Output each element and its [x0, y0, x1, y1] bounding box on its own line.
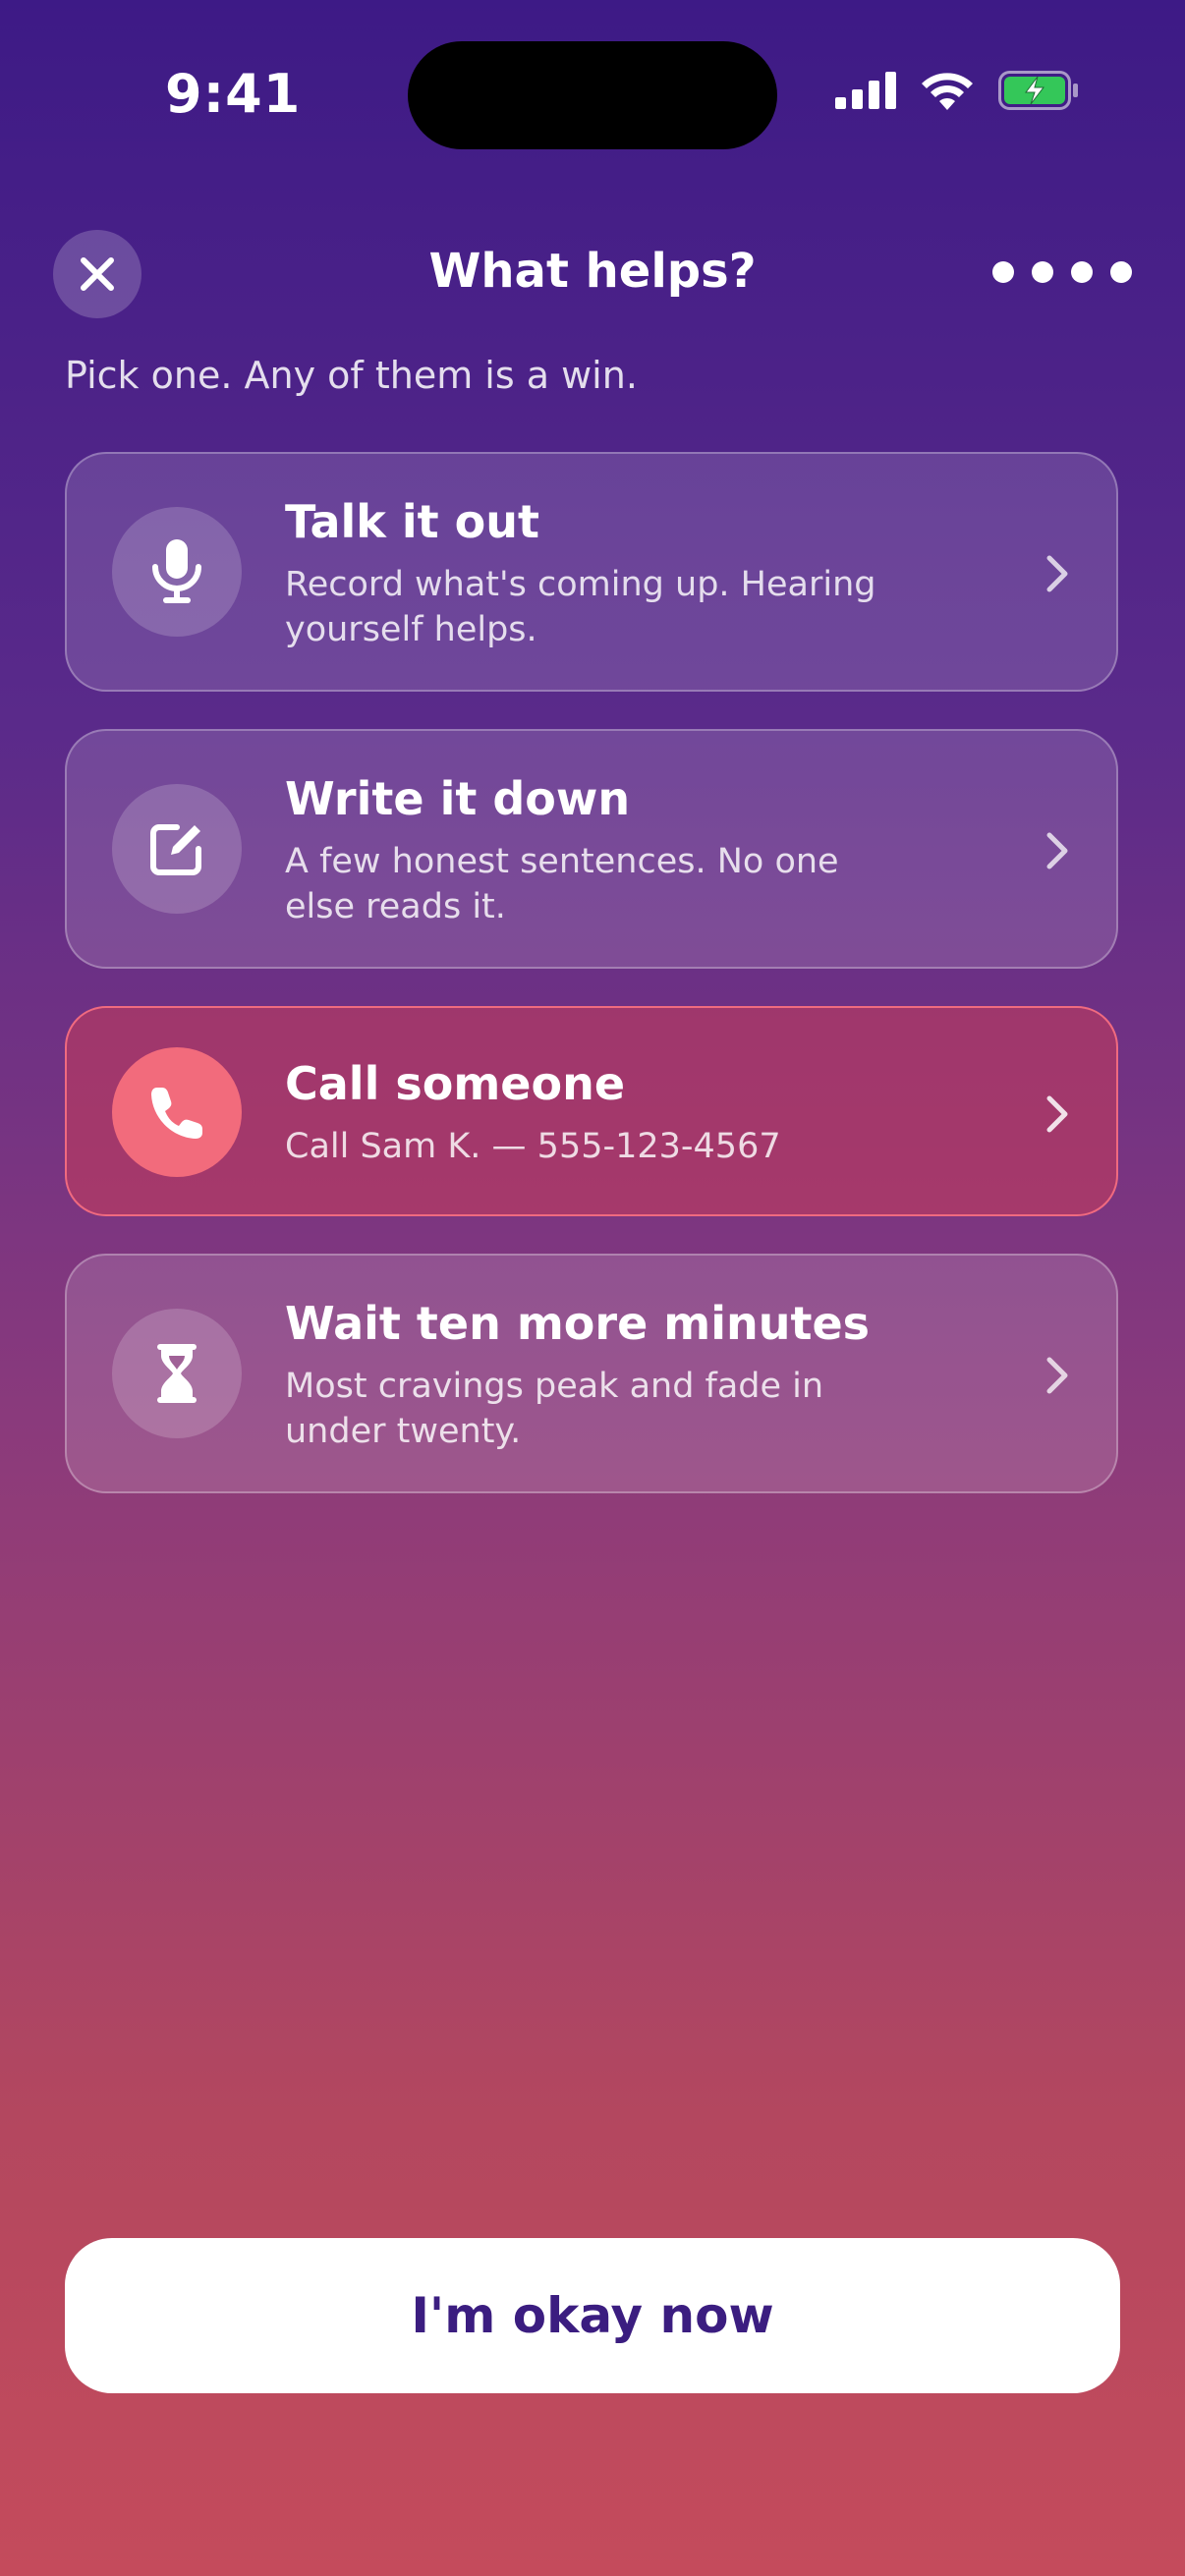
progress-dot — [992, 261, 1014, 283]
phone-icon — [151, 1088, 202, 1139]
status-icons — [835, 71, 1079, 110]
option-icon-circle — [112, 784, 242, 914]
hourglass-icon — [157, 1344, 197, 1403]
chevron-right-icon — [1046, 832, 1068, 869]
option-talk-it-out[interactable]: Talk it out Record what's coming up. Hea… — [65, 452, 1118, 692]
chevron-right-icon — [1046, 1095, 1068, 1133]
option-description: Record what's coming up. Hearing yoursel… — [285, 565, 876, 649]
option-title: Wait ten more minutes — [285, 1297, 871, 1350]
subtitle: Pick one. Any of them is a win. — [65, 354, 638, 397]
header: What helps? — [0, 226, 1185, 324]
microphone-icon — [152, 539, 201, 603]
option-title: Call someone — [285, 1057, 626, 1110]
progress-dot — [1032, 261, 1053, 283]
edit-icon — [150, 824, 201, 875]
option-description: A few honest sentences. No one else read… — [285, 842, 839, 926]
option-wait-ten-minutes[interactable]: Wait ten more minutes Most cravings peak… — [65, 1254, 1118, 1493]
option-write-it-down[interactable]: Write it down A few honest sentences. No… — [65, 729, 1118, 969]
progress-dot — [1110, 261, 1132, 283]
progress-dot — [1071, 261, 1093, 283]
chevron-right-icon — [1046, 1357, 1068, 1394]
option-icon-circle — [112, 1047, 242, 1177]
option-title: Write it down — [285, 772, 631, 825]
option-icon-circle — [112, 507, 242, 637]
option-description: Call Sam K. — 555-123-4567 — [285, 1127, 781, 1166]
im-okay-now-button[interactable]: I'm okay now — [65, 2238, 1120, 2393]
chevron-right-icon — [1046, 555, 1068, 592]
status-bar: 9:41 — [0, 0, 1185, 187]
option-call-someone[interactable]: Call someone Call Sam K. — 555-123-4567 — [65, 1006, 1118, 1216]
cellular-signal-icon — [835, 72, 896, 109]
option-icon-circle — [112, 1309, 242, 1438]
status-time: 9:41 — [165, 63, 302, 125]
dynamic-island — [408, 41, 777, 149]
wifi-icon — [922, 73, 973, 110]
option-description: Most cravings peak and fade in under twe… — [285, 1367, 824, 1451]
option-title: Talk it out — [285, 495, 539, 548]
progress-dots — [992, 261, 1132, 283]
battery-charging-icon — [998, 71, 1078, 110]
